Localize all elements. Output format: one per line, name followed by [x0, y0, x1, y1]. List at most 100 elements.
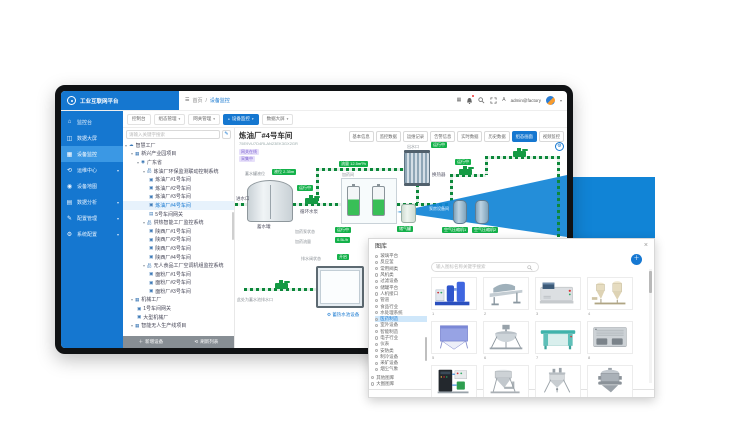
tree-node[interactable]: ▾ ◉ 广东省	[123, 158, 234, 167]
tree-footer-button[interactable]: ⟲ 刷新列表	[195, 339, 219, 345]
tree-node[interactable]: ▣ 大型机械厂	[123, 313, 234, 322]
sidebar-item[interactable]: ⌂ 监控台	[61, 114, 123, 130]
toolbar-button[interactable]: 监控数据	[376, 131, 401, 142]
gallery-item[interactable]: 11	[535, 365, 581, 397]
sidebar-item[interactable]: ▤ 数据分析 ▾	[61, 194, 123, 210]
tree-caret-icon[interactable]: ▾	[143, 169, 145, 174]
radio-icon	[375, 324, 378, 327]
sidebar-item[interactable]: ✎ 配置管理 ▾	[61, 210, 123, 226]
tree-node[interactable]: ▾ ☁ 智慧工厂	[123, 141, 234, 150]
tree-node[interactable]: ▣ 陕西厂#2号车间	[123, 236, 234, 245]
tree-node[interactable]: ▾ 品 无人食品工厂空调机组监控系统	[123, 261, 234, 270]
tree-node[interactable]: ▣ 炼油厂#4号车间	[123, 201, 234, 210]
tree-node[interactable]: ▾ 品 炼油厂环保监测联动控制系统	[123, 167, 234, 176]
toolbar-button[interactable]: 告警信息	[430, 131, 455, 142]
gallery-item[interactable]: 7	[535, 321, 581, 360]
tree-node[interactable]: ▾ ▦ 机械工厂	[123, 296, 234, 305]
tree-node[interactable]: ▣ 面粉厂#2号车间	[123, 279, 234, 288]
bell-icon[interactable]	[466, 97, 473, 105]
toolbar-button[interactable]: 基本信息	[349, 131, 374, 142]
gallery-item[interactable]: 9	[431, 365, 477, 397]
search-icon[interactable]	[478, 97, 485, 104]
toolbar-button[interactable]: 组态画面	[512, 131, 537, 142]
tree-node[interactable]: ▾ 品 供热智能工厂监控系统	[123, 218, 234, 227]
font-size-icon[interactable]: A	[502, 98, 505, 103]
gallery-search-input[interactable]	[431, 262, 539, 272]
radio-icon	[375, 336, 378, 339]
air-compressor[interactable]	[453, 200, 467, 224]
edit-tree-button[interactable]: ✎	[222, 130, 231, 139]
tree-caret-icon[interactable]: ▾	[143, 220, 145, 225]
gallery-item[interactable]: 2	[483, 277, 529, 316]
radio-icon	[375, 267, 378, 270]
sidebar-item[interactable]: ⟲ 运维中心 ▾	[61, 162, 123, 178]
gallery-item[interactable]: 5	[431, 321, 477, 360]
breadcrumb-home[interactable]: 首页	[192, 97, 202, 104]
gallery-item[interactable]: 1	[431, 277, 477, 316]
toolbar-button[interactable]: 实时数据	[457, 131, 482, 142]
tree-scrollbar[interactable]	[232, 212, 234, 240]
apps-icon[interactable]: ▦	[457, 98, 462, 103]
sidebar-item[interactable]: ◫ 数据大屏	[61, 130, 123, 146]
tree-caret-icon[interactable]: ▾	[125, 143, 127, 148]
gallery-item[interactable]: 3	[535, 277, 581, 316]
gallery-item[interactable]: 4	[587, 277, 633, 316]
tree-node[interactable]: ▣ 陕西厂#1号车间	[123, 227, 234, 236]
tab[interactable]: ● 设备监控 ▾	[223, 114, 259, 125]
dosing-caption: 加药泵状态	[295, 229, 315, 234]
fullscreen-icon[interactable]	[490, 97, 497, 104]
valve-caption: 排水阀状态	[301, 256, 321, 261]
tree-node-icon: ▣	[137, 306, 141, 312]
toolbar-button[interactable]: 视频监控	[539, 131, 564, 142]
gallery-item[interactable]: 12	[587, 365, 633, 397]
gallery-category[interactable]: 烟尘气象	[375, 366, 427, 372]
sidebar-item[interactable]: ▦ 设备监控	[61, 146, 123, 162]
gallery-item[interactable]: 6	[483, 321, 529, 360]
gallery-item[interactable]: 8	[587, 321, 633, 360]
add-icon-button[interactable]: ＋	[631, 254, 642, 265]
tank-level-badge: 液位 2.35m	[272, 169, 296, 175]
tab[interactable]: 控制台	[127, 114, 151, 125]
toolbar-button[interactable]: 历史数据	[484, 131, 509, 142]
gas-tank[interactable]	[401, 204, 416, 223]
tab[interactable]: 数据大屏 ▾	[262, 114, 294, 125]
air-compressor[interactable]	[475, 200, 489, 224]
tree-caret-icon[interactable]: ▾	[131, 151, 133, 156]
avatar[interactable]	[546, 96, 555, 105]
tab[interactable]: 网关管理 ▾	[188, 114, 220, 125]
tree-node[interactable]: ▣ 1号车间网关	[123, 304, 234, 313]
gallery-item[interactable]: 10	[483, 365, 529, 397]
sidebar-item[interactable]: ⚙ 系统配置 ▾	[61, 226, 123, 242]
tree-node-icon: ▦	[135, 323, 139, 329]
tree-node[interactable]: ▣ 炼油厂#3号车间	[123, 193, 234, 202]
tree-caret-icon[interactable]: ▾	[131, 297, 133, 302]
sidebar-item[interactable]: ◉ 设备地图	[61, 178, 123, 194]
tree-search-input[interactable]	[126, 130, 220, 139]
gallery-library-switch[interactable]: 大图图库	[371, 381, 427, 387]
username[interactable]: admin@factory	[511, 98, 541, 103]
gallery-scrollbar[interactable]	[649, 269, 652, 383]
toolbar-button[interactable]: 运维记录	[403, 131, 428, 142]
tree-caret-icon[interactable]: ▾	[143, 263, 145, 268]
tree-node-icon: 品	[147, 263, 152, 269]
collapse-menu-icon[interactable]: ☰	[185, 98, 189, 103]
user-menu-caret-icon[interactable]: ▾	[560, 98, 562, 103]
tree-node[interactable]: ▣ 炼油厂#2号车间	[123, 184, 234, 193]
tree-caret-icon[interactable]: ▾	[131, 323, 133, 328]
tab[interactable]: 组态管理 ▾	[154, 114, 186, 125]
tree-node[interactable]: ▣ 面粉厂#3号车间	[123, 287, 234, 296]
tree-node[interactable]: ▣ 陕西厂#4号车间	[123, 253, 234, 262]
tree-node[interactable]: ▣ 面粉厂#1号车间	[123, 270, 234, 279]
tree-footer-button[interactable]: ＋ 新增设备	[139, 339, 164, 345]
gallery-category-label: 过滤设备	[380, 278, 398, 284]
tree-node[interactable]: ▤ 5号车间网关	[123, 210, 234, 219]
dosing-badge: 运行中	[335, 227, 351, 233]
active-dot-icon: ●	[228, 117, 230, 121]
tree-node[interactable]: ▣ 陕西厂#3号车间	[123, 244, 234, 253]
tree-node[interactable]: ▾ ▦ 智能无人生产线项目	[123, 321, 234, 330]
breadcrumb-current[interactable]: 设备监控	[210, 97, 230, 104]
tree-caret-icon[interactable]: ▾	[137, 160, 139, 165]
close-icon[interactable]: ×	[644, 242, 648, 249]
tree-node[interactable]: ▾ ▦ 新兴产业园项目	[123, 150, 234, 159]
tree-node[interactable]: ▣ 炼油厂#1号车间	[123, 175, 234, 184]
